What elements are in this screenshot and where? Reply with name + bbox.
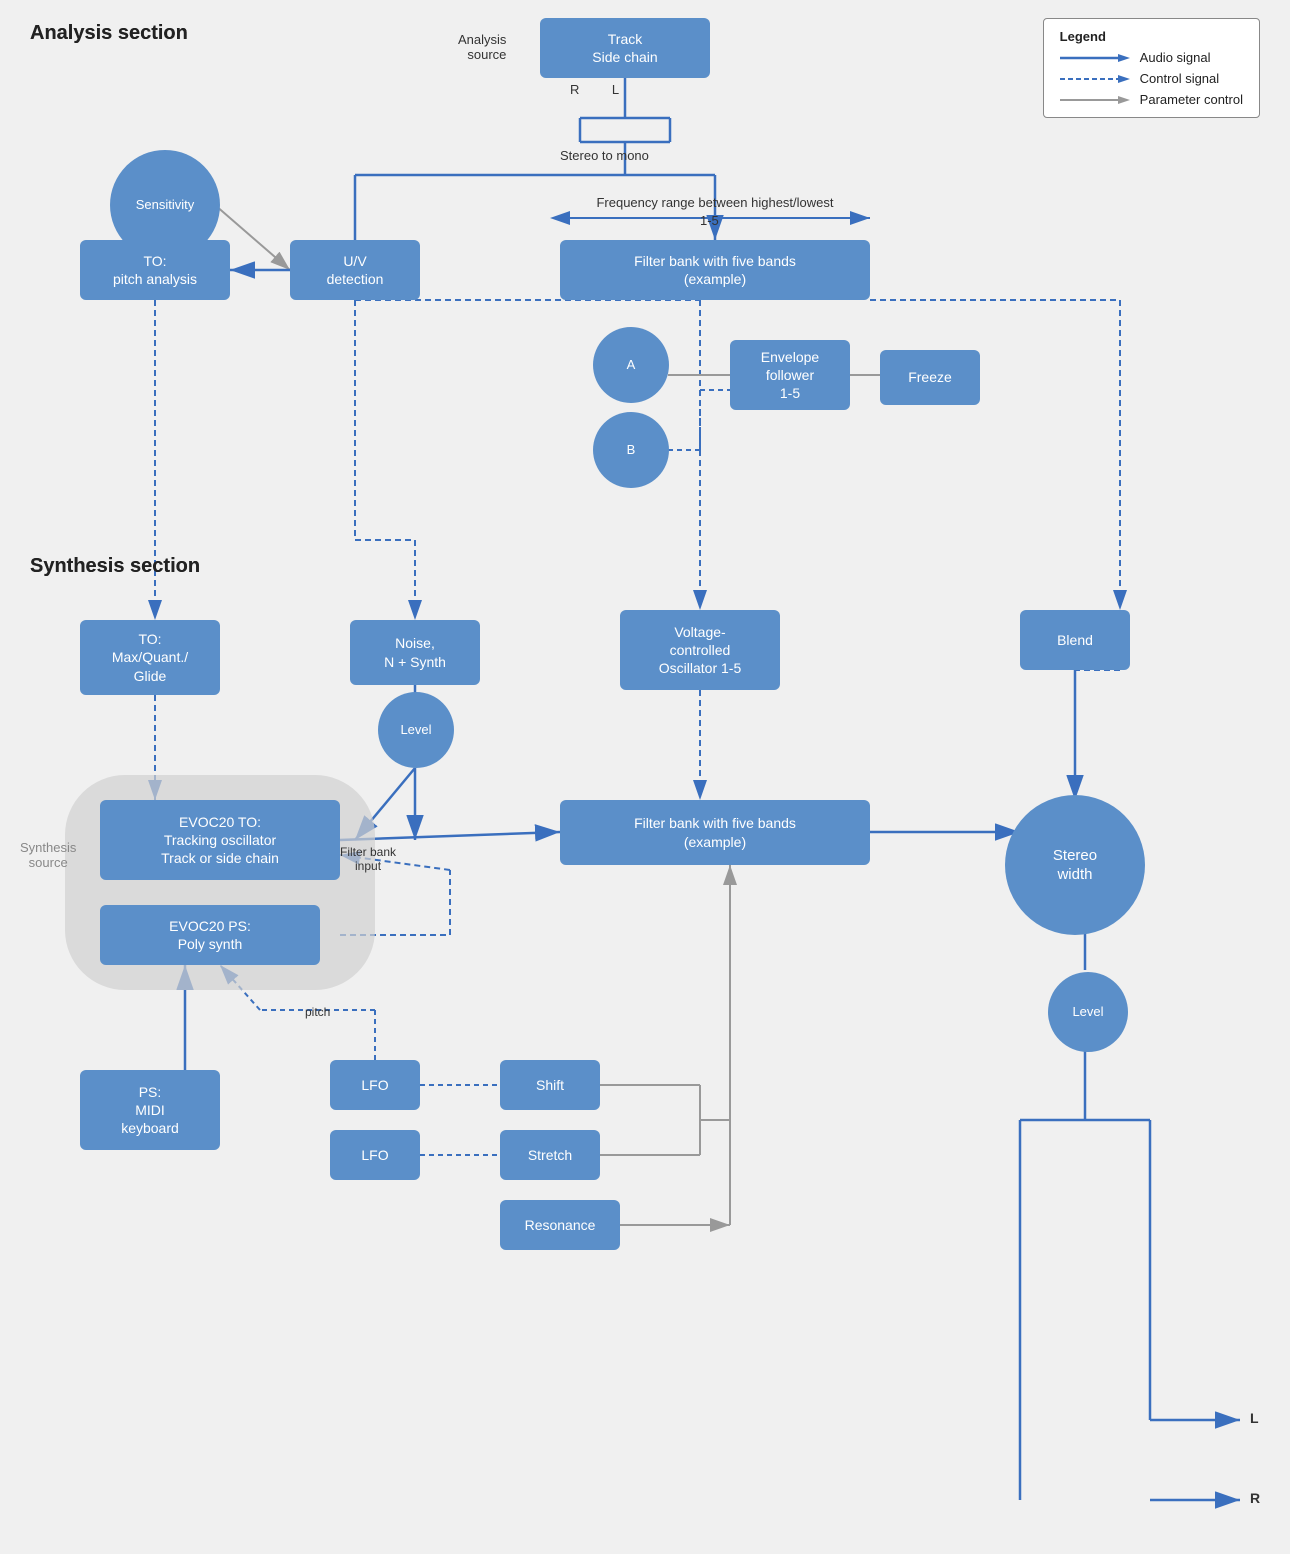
legend-box: Legend Audio signal Control signal Param… [1043,18,1260,118]
lfo1-block[interactable]: LFO [330,1060,420,1110]
analysis-title: Analysis section [30,22,188,45]
ps-midi-block[interactable]: PS:MIDIkeyboard [80,1070,220,1150]
circle-b: B [593,412,669,488]
filter-bank-bottom-block[interactable]: Filter bank with five bands(example) [560,800,870,865]
filter-bank-top-block[interactable]: Filter bank with five bands(example) [560,240,870,300]
legend-param-label: Parameter control [1140,92,1243,107]
voltage-osc-block[interactable]: Voltage-controlledOscillator 1-5 [620,610,780,690]
legend-audio-row: Audio signal [1060,50,1243,65]
legend-control-row: Control signal [1060,71,1243,86]
synthesis-title: Synthesis section [30,555,200,578]
rl-label: R L [570,82,619,97]
stereo-width-circle[interactable]: Stereowidth [1005,795,1145,935]
level-noise-circle[interactable]: Level [378,692,454,768]
legend-param-row: Parameter control [1060,92,1243,107]
synthesis-source-label: Synthesissource [20,840,76,870]
shift-block[interactable]: Shift [500,1060,600,1110]
legend-control-label: Control signal [1140,71,1220,86]
track-side-chain-block[interactable]: TrackSide chain [540,18,710,78]
range-1-5-label: 1-5 [700,213,719,228]
pitch-label: pitch [305,1005,330,1019]
blend-block[interactable]: Blend [1020,610,1130,670]
noise-n-synth-block[interactable]: Noise,N + Synth [350,620,480,685]
to-max-quant-block[interactable]: TO:Max/Quant./Glide [80,620,220,695]
envelope-follower-block[interactable]: Envelopefollower1-5 [730,340,850,410]
legend-audio-label: Audio signal [1140,50,1211,65]
freeze-block[interactable]: Freeze [880,350,980,405]
evoc20-ps-block[interactable]: EVOC20 PS:Poly synth [100,905,320,965]
evoc20-to-block[interactable]: EVOC20 TO:Tracking oscillatorTrack or si… [100,800,340,880]
l-label: L [1250,1410,1259,1426]
stretch-block[interactable]: Stretch [500,1130,600,1180]
legend-title: Legend [1060,29,1243,44]
filter-bank-input-label: Filter bankinput [340,845,396,873]
freq-range-label: Frequency range between highest/lowest [540,195,890,210]
diagram-container: Analysis section Analysissource TrackSid… [0,0,1290,1554]
to-pitch-analysis-block[interactable]: TO:pitch analysis [80,240,230,300]
stereo-to-mono-label: Stereo to mono [560,148,649,163]
resonance-block[interactable]: Resonance [500,1200,620,1250]
lfo2-block[interactable]: LFO [330,1130,420,1180]
analysis-source-label: Analysissource [458,32,506,62]
r-label: R [1250,1490,1260,1506]
circle-a: A [593,327,669,403]
uv-detection-block[interactable]: U/Vdetection [290,240,420,300]
level-stereo-circle[interactable]: Level [1048,972,1128,1052]
